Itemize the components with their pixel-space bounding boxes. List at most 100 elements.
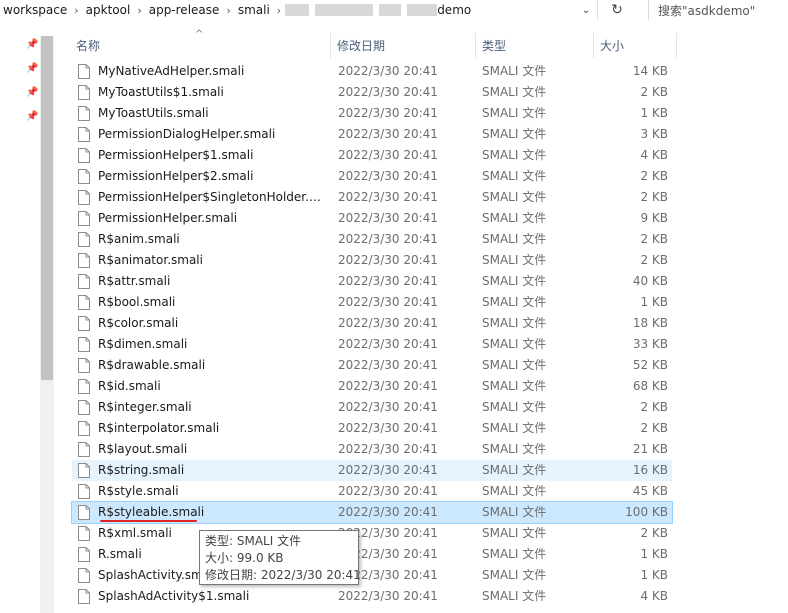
file-size: 2 KB — [640, 421, 668, 435]
file-icon — [78, 400, 90, 415]
chevron-right-icon[interactable]: › — [70, 4, 82, 17]
breadcrumb-app-release[interactable]: app-release — [146, 3, 223, 17]
navigation-scrollbar[interactable] — [40, 36, 54, 613]
file-row[interactable]: R$layout.smali 2022/3/30 20:41 SMALI 文件 21 … — [72, 439, 672, 460]
refresh-button[interactable]: ↻ — [600, 0, 634, 20]
file-row[interactable]: R$dimen.smali 2022/3/30 20:41 SMALI 文件 33 K… — [72, 334, 672, 355]
file-icon — [78, 211, 90, 226]
file-date: 2022/3/30 20:41 — [338, 316, 438, 330]
pin-icon[interactable]: 📌 — [26, 112, 38, 122]
file-name: R$anim.smali — [98, 232, 180, 246]
column-size[interactable]: 大小 — [594, 33, 677, 58]
file-date: 2022/3/30 20:41 — [338, 85, 438, 99]
file-row[interactable]: R$animator.smali 2022/3/30 20:41 SMALI 文件 2… — [72, 250, 672, 271]
file-row[interactable]: R$interpolator.smali 2022/3/30 20:41 SMALI… — [72, 418, 672, 439]
file-type: SMALI 文件 — [482, 253, 547, 267]
file-icon — [78, 148, 90, 163]
file-row[interactable]: R$xml.smali 2022/3/30 20:41 SMALI 文件 2 KB — [72, 523, 672, 544]
search-box[interactable]: 搜索"asdkdemo" — [648, 0, 788, 20]
file-size: 40 KB — [632, 274, 668, 288]
file-row[interactable]: PermissionDialogHelper.smali 2022/3/30 20… — [72, 124, 672, 145]
file-type: SMALI 文件 — [482, 358, 547, 372]
file-row[interactable]: MyNativeAdHelper.smali 2022/3/30 20:41 SMA… — [72, 61, 672, 82]
chevron-right-icon[interactable]: › — [273, 4, 285, 17]
file-row[interactable]: SplashAdActivity$1.smali 2022/3/30 20:41 S… — [72, 586, 672, 607]
file-row[interactable]: R$color.smali 2022/3/30 20:41 SMALI 文件 18 K… — [72, 313, 672, 334]
file-row[interactable]: R$anim.smali 2022/3/30 20:41 SMALI 文件 2 KB — [72, 229, 672, 250]
file-type: SMALI 文件 — [482, 316, 547, 330]
redacted-block — [407, 4, 438, 16]
pin-icon[interactable]: 📌 — [26, 64, 38, 74]
file-date: 2022/3/30 20:41 — [338, 190, 438, 204]
file-date: 2022/3/30 20:41 — [338, 463, 438, 477]
file-row[interactable]: R$bool.smali 2022/3/30 20:41 SMALI 文件 1 KB — [72, 292, 672, 313]
file-icon — [78, 505, 90, 520]
file-size: 2 KB — [640, 400, 668, 414]
file-row[interactable]: R$id.smali 2022/3/30 20:41 SMALI 文件 68 KB — [72, 376, 672, 397]
file-row[interactable]: MyToastUtils.smali 2022/3/30 20:41 SMALI 文… — [72, 103, 672, 124]
file-row[interactable]: R$attr.smali 2022/3/30 20:41 SMALI 文件 40 KB — [72, 271, 672, 292]
file-icon — [78, 379, 90, 394]
file-row[interactable]: PermissionHelper$1.smali 2022/3/30 20:41 S… — [72, 145, 672, 166]
file-icon — [78, 295, 90, 310]
file-size: 1 KB — [640, 547, 668, 561]
file-row[interactable]: SplashActivity.smali 2022/3/30 20:41 SMALI… — [72, 565, 672, 586]
file-type: SMALI 文件 — [482, 589, 547, 603]
breadcrumb-smali[interactable]: smali — [235, 3, 273, 17]
file-type: SMALI 文件 — [482, 484, 547, 498]
file-icon — [78, 463, 90, 478]
breadcrumb-workspace[interactable]: workspace — [0, 3, 70, 17]
address-dropdown-button[interactable]: ⌄ — [575, 0, 598, 20]
file-row[interactable]: R$drawable.smali 2022/3/30 20:41 SMALI 文件 5… — [72, 355, 672, 376]
file-size: 9 KB — [640, 211, 668, 225]
file-type: SMALI 文件 — [482, 421, 547, 435]
file-icon — [78, 484, 90, 499]
file-row[interactable]: PermissionHelper$2.smali 2022/3/30 20:41 S… — [72, 166, 672, 187]
file-name: R$layout.smali — [98, 442, 188, 456]
redacted-block — [315, 4, 374, 16]
file-icon — [78, 358, 90, 373]
column-date[interactable]: 修改日期 — [331, 33, 476, 58]
file-name: MyToastUtils.smali — [98, 106, 209, 120]
file-row[interactable]: R$style.smali 2022/3/30 20:41 SMALI 文件 45 K… — [72, 481, 672, 502]
file-name: R$attr.smali — [98, 274, 171, 288]
breadcrumb-apktool[interactable]: apktool — [83, 3, 134, 17]
file-date: 2022/3/30 20:41 — [338, 421, 438, 435]
chevron-right-icon[interactable]: › — [133, 4, 145, 17]
breadcrumb-current[interactable]: demo — [437, 3, 474, 17]
scrollbar-thumb[interactable] — [41, 36, 53, 380]
file-icon — [78, 253, 90, 268]
sort-up-icon: ^ — [195, 29, 204, 40]
pin-icon[interactable]: 📌 — [26, 40, 38, 50]
file-type: SMALI 文件 — [482, 463, 547, 477]
file-icon — [78, 190, 90, 205]
file-type: SMALI 文件 — [482, 400, 547, 414]
file-row[interactable]: R$string.smali 2022/3/30 20:41 SMALI 文件 16 … — [72, 460, 672, 481]
file-row[interactable]: PermissionHelper$SingletonHolder.s... 202… — [72, 187, 672, 208]
file-size: 4 KB — [640, 589, 668, 603]
file-size: 52 KB — [632, 358, 668, 372]
file-size: 18 KB — [632, 316, 668, 330]
file-row[interactable]: R$integer.smali 2022/3/30 20:41 SMALI 文件 2 … — [72, 397, 672, 418]
file-type: SMALI 文件 — [482, 568, 547, 582]
file-size: 45 KB — [632, 484, 668, 498]
file-row[interactable]: MyToastUtils$1.smali 2022/3/30 20:41 SMALI… — [72, 82, 672, 103]
file-name: R$style.smali — [98, 484, 179, 498]
file-date: 2022/3/30 20:41 — [338, 64, 438, 78]
file-icon — [78, 421, 90, 436]
file-size: 2 KB — [640, 169, 668, 183]
file-row[interactable]: PermissionHelper.smali 2022/3/30 20:41 SMA… — [72, 208, 672, 229]
file-name: R$color.smali — [98, 316, 179, 330]
file-date: 2022/3/30 20:41 — [338, 274, 438, 288]
address-bar: workspace › apktool › app-release › smal… — [0, 0, 788, 20]
file-size: 2 KB — [640, 190, 668, 204]
column-name[interactable]: 名称 ^ — [57, 29, 331, 58]
file-row[interactable]: R.smali 2022/3/30 20:41 SMALI 文件 1 KB — [72, 544, 672, 565]
file-name: PermissionHelper$1.smali — [98, 148, 254, 162]
column-type[interactable]: 类型 — [476, 33, 594, 58]
file-tooltip: 类型: SMALI 文件 大小: 99.0 KB 修改日期: 2022/3/30… — [199, 530, 361, 585]
file-icon — [78, 589, 90, 604]
chevron-right-icon[interactable]: › — [222, 4, 234, 17]
pin-icon[interactable]: 📌 — [26, 88, 38, 98]
column-header: 名称 ^ 修改日期 类型 大小 — [57, 29, 677, 58]
